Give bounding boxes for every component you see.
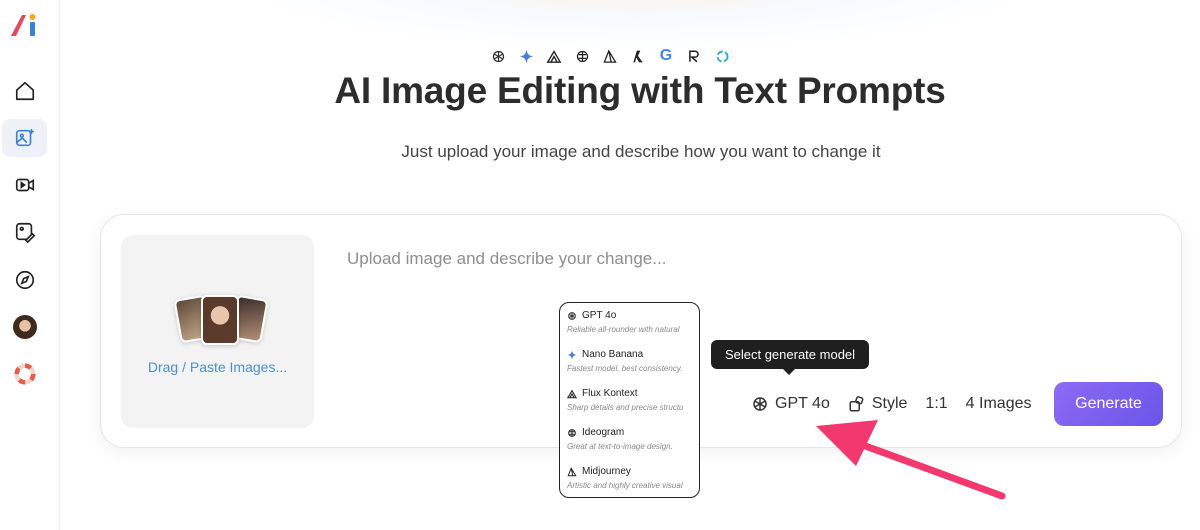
model-option-desc: Artistic and highly creative visual — [567, 481, 683, 490]
gemini-icon — [567, 349, 577, 360]
page-title: AI Image Editing with Text Prompts — [334, 70, 946, 111]
reve-icon — [686, 48, 702, 64]
sidebar-item-help[interactable] — [2, 355, 47, 393]
sample-images-icon — [173, 294, 269, 347]
avatar — [12, 315, 37, 339]
google-icon: G — [659, 47, 673, 64]
model-option-nano-banana[interactable]: Nano Banana Fastest model, best consiste… — [567, 349, 697, 373]
model-option-gpt-4o[interactable]: GPT 4o Reliable all-rounder with natural — [567, 310, 697, 334]
model-option-name: Nano Banana — [582, 349, 644, 360]
model-option-ideogram[interactable]: Ideogram Great at text-to-image design. — [567, 427, 697, 451]
recraft-icon — [630, 48, 646, 64]
qwen-icon — [714, 48, 730, 64]
model-option-name: Midjourney — [582, 466, 631, 477]
image-upload-zone[interactable]: Drag / Paste Images... — [121, 235, 314, 428]
prompt-input[interactable] — [347, 245, 947, 273]
midjourney-icon — [567, 466, 577, 476]
sidebar-item-profile[interactable] — [2, 308, 47, 346]
openai-icon — [568, 311, 576, 320]
annotation-arrow-icon — [816, 420, 1006, 500]
sidebar-item-video[interactable] — [2, 166, 47, 204]
flux-icon — [546, 48, 562, 64]
model-option-flux-kontext[interactable]: Flux Kontext Sharp details and precise s… — [567, 388, 697, 412]
model-option-desc: Sharp details and precise structu — [567, 403, 684, 412]
video-icon — [15, 178, 34, 192]
model-option-midjourney[interactable]: Midjourney Artistic and highly creative … — [567, 466, 697, 490]
openai-icon — [490, 48, 506, 64]
model-option-desc: Reliable all-rounder with natural — [567, 325, 680, 334]
lifebuoy-icon — [13, 363, 36, 385]
model-option-desc: Great at text-to-image design. — [567, 442, 673, 451]
model-logos-row: G — [490, 45, 796, 67]
model-menu: GPT 4o Reliable all-rounder with natural… — [559, 302, 700, 498]
page-subtitle: Just upload your image and describe how … — [401, 142, 881, 161]
ideogram-icon — [574, 48, 590, 64]
midjourney-icon — [602, 48, 618, 64]
app-logo[interactable] — [9, 10, 43, 40]
image-pen-icon — [15, 222, 35, 243]
sidebar-item-explore[interactable] — [2, 261, 47, 299]
sidebar-item-image-pen[interactable] — [2, 213, 47, 251]
gemini-icon — [518, 48, 534, 64]
upload-label[interactable]: Drag / Paste Images... — [121, 359, 314, 375]
tooltip-arrow — [782, 368, 796, 375]
model-option-name: Ideogram — [582, 427, 625, 438]
sample-image — [201, 295, 239, 345]
flux-icon — [567, 389, 577, 398]
model-tooltip: Select generate model — [711, 340, 869, 369]
model-option-desc: Fastest model, best consistency. — [567, 364, 683, 373]
ideogram-icon — [568, 428, 576, 437]
model-option-name: GPT 4o — [582, 310, 617, 321]
header-glow — [230, 0, 1050, 50]
generate-button[interactable]: Generate — [1054, 382, 1163, 426]
compass-icon — [15, 270, 34, 290]
model-option-name: Flux Kontext — [582, 388, 638, 399]
openai-icon — [753, 397, 767, 411]
